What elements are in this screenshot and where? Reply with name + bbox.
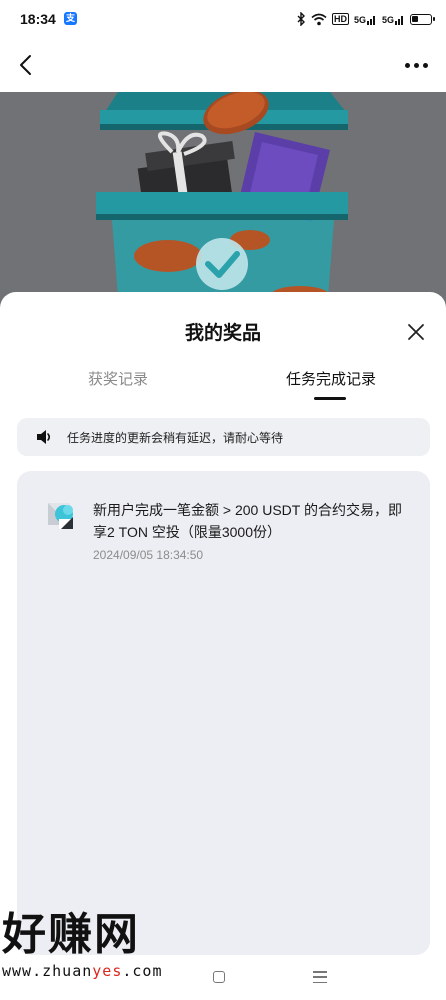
hero-banner: [0, 92, 446, 322]
tab-award-records[interactable]: 获奖记录: [88, 368, 148, 389]
more-dots-icon[interactable]: [400, 58, 428, 72]
status-bar: 18:34 支 HD 5G 5G: [0, 0, 446, 38]
watermark-url-highlight: yes: [92, 962, 123, 980]
chevron-left-icon[interactable]: [12, 51, 40, 79]
battery-icon: [410, 13, 435, 25]
status-icons: HD 5G 5G: [297, 11, 435, 27]
signal-bars-icon: [395, 15, 403, 25]
task-logo-icon: [48, 503, 73, 529]
signal-5g-2: 5G: [382, 14, 405, 25]
active-tab-indicator: [314, 397, 346, 400]
watermark-brand: 好赚网: [2, 909, 140, 960]
dot: [405, 62, 410, 68]
notice-text: 任务进度的更新会稍有延迟，请耐心等待: [67, 430, 284, 445]
status-time: 18:34: [20, 11, 56, 27]
sheet-title: 我的奖品: [184, 323, 261, 344]
network-5g-label-2: 5G: [381, 14, 394, 25]
wifi-icon: [311, 13, 327, 25]
dot: [423, 62, 428, 68]
speaker-icon: [37, 430, 51, 444]
close-icon[interactable]: [406, 322, 426, 342]
task-record-time: 2024/09/05 18:34:50: [93, 548, 204, 562]
alipay-badge-icon: 支: [64, 12, 77, 25]
bluetooth-icon: [297, 12, 305, 26]
home-square-icon[interactable]: [213, 971, 225, 983]
watermark-url-suffix: .com: [122, 962, 163, 980]
notice-banner: 任务进度的更新会稍有延迟，请耐心等待: [17, 418, 430, 456]
task-record-title: 新用户完成一笔金额 > 200 USDT 的合约交易，即享2 TON 空投（限量…: [93, 502, 402, 540]
watermark-url: www.zhuanyes.com: [2, 962, 202, 980]
site-watermark: 好赚网 www.zhuanyes.com: [2, 910, 202, 992]
hd-label: HD: [331, 13, 349, 25]
dot: [414, 62, 419, 68]
menu-lines-icon[interactable]: [313, 971, 327, 983]
signal-bars-icon: [366, 15, 375, 25]
menu-line: [313, 971, 327, 973]
tab-task-records[interactable]: 任务完成记录: [286, 368, 376, 389]
treasure-chest-illustration: [96, 92, 348, 322]
signal-5g-1: 5G: [354, 14, 377, 25]
watermark-url-prefix: www.zhuan: [2, 962, 93, 980]
network-5g-label-1: 5G: [353, 14, 366, 25]
prize-sheet: 我的奖品 获奖记录 任务完成记录 任务进度的更新会稍有延迟，请耐心等待 新用户完…: [0, 292, 446, 1000]
nav-bar: [0, 38, 446, 92]
menu-line: [313, 981, 327, 983]
task-record-card: 新用户完成一笔金额 > 200 USDT 的合约交易，即享2 TON 空投（限量…: [17, 471, 430, 955]
menu-line: [313, 976, 327, 978]
